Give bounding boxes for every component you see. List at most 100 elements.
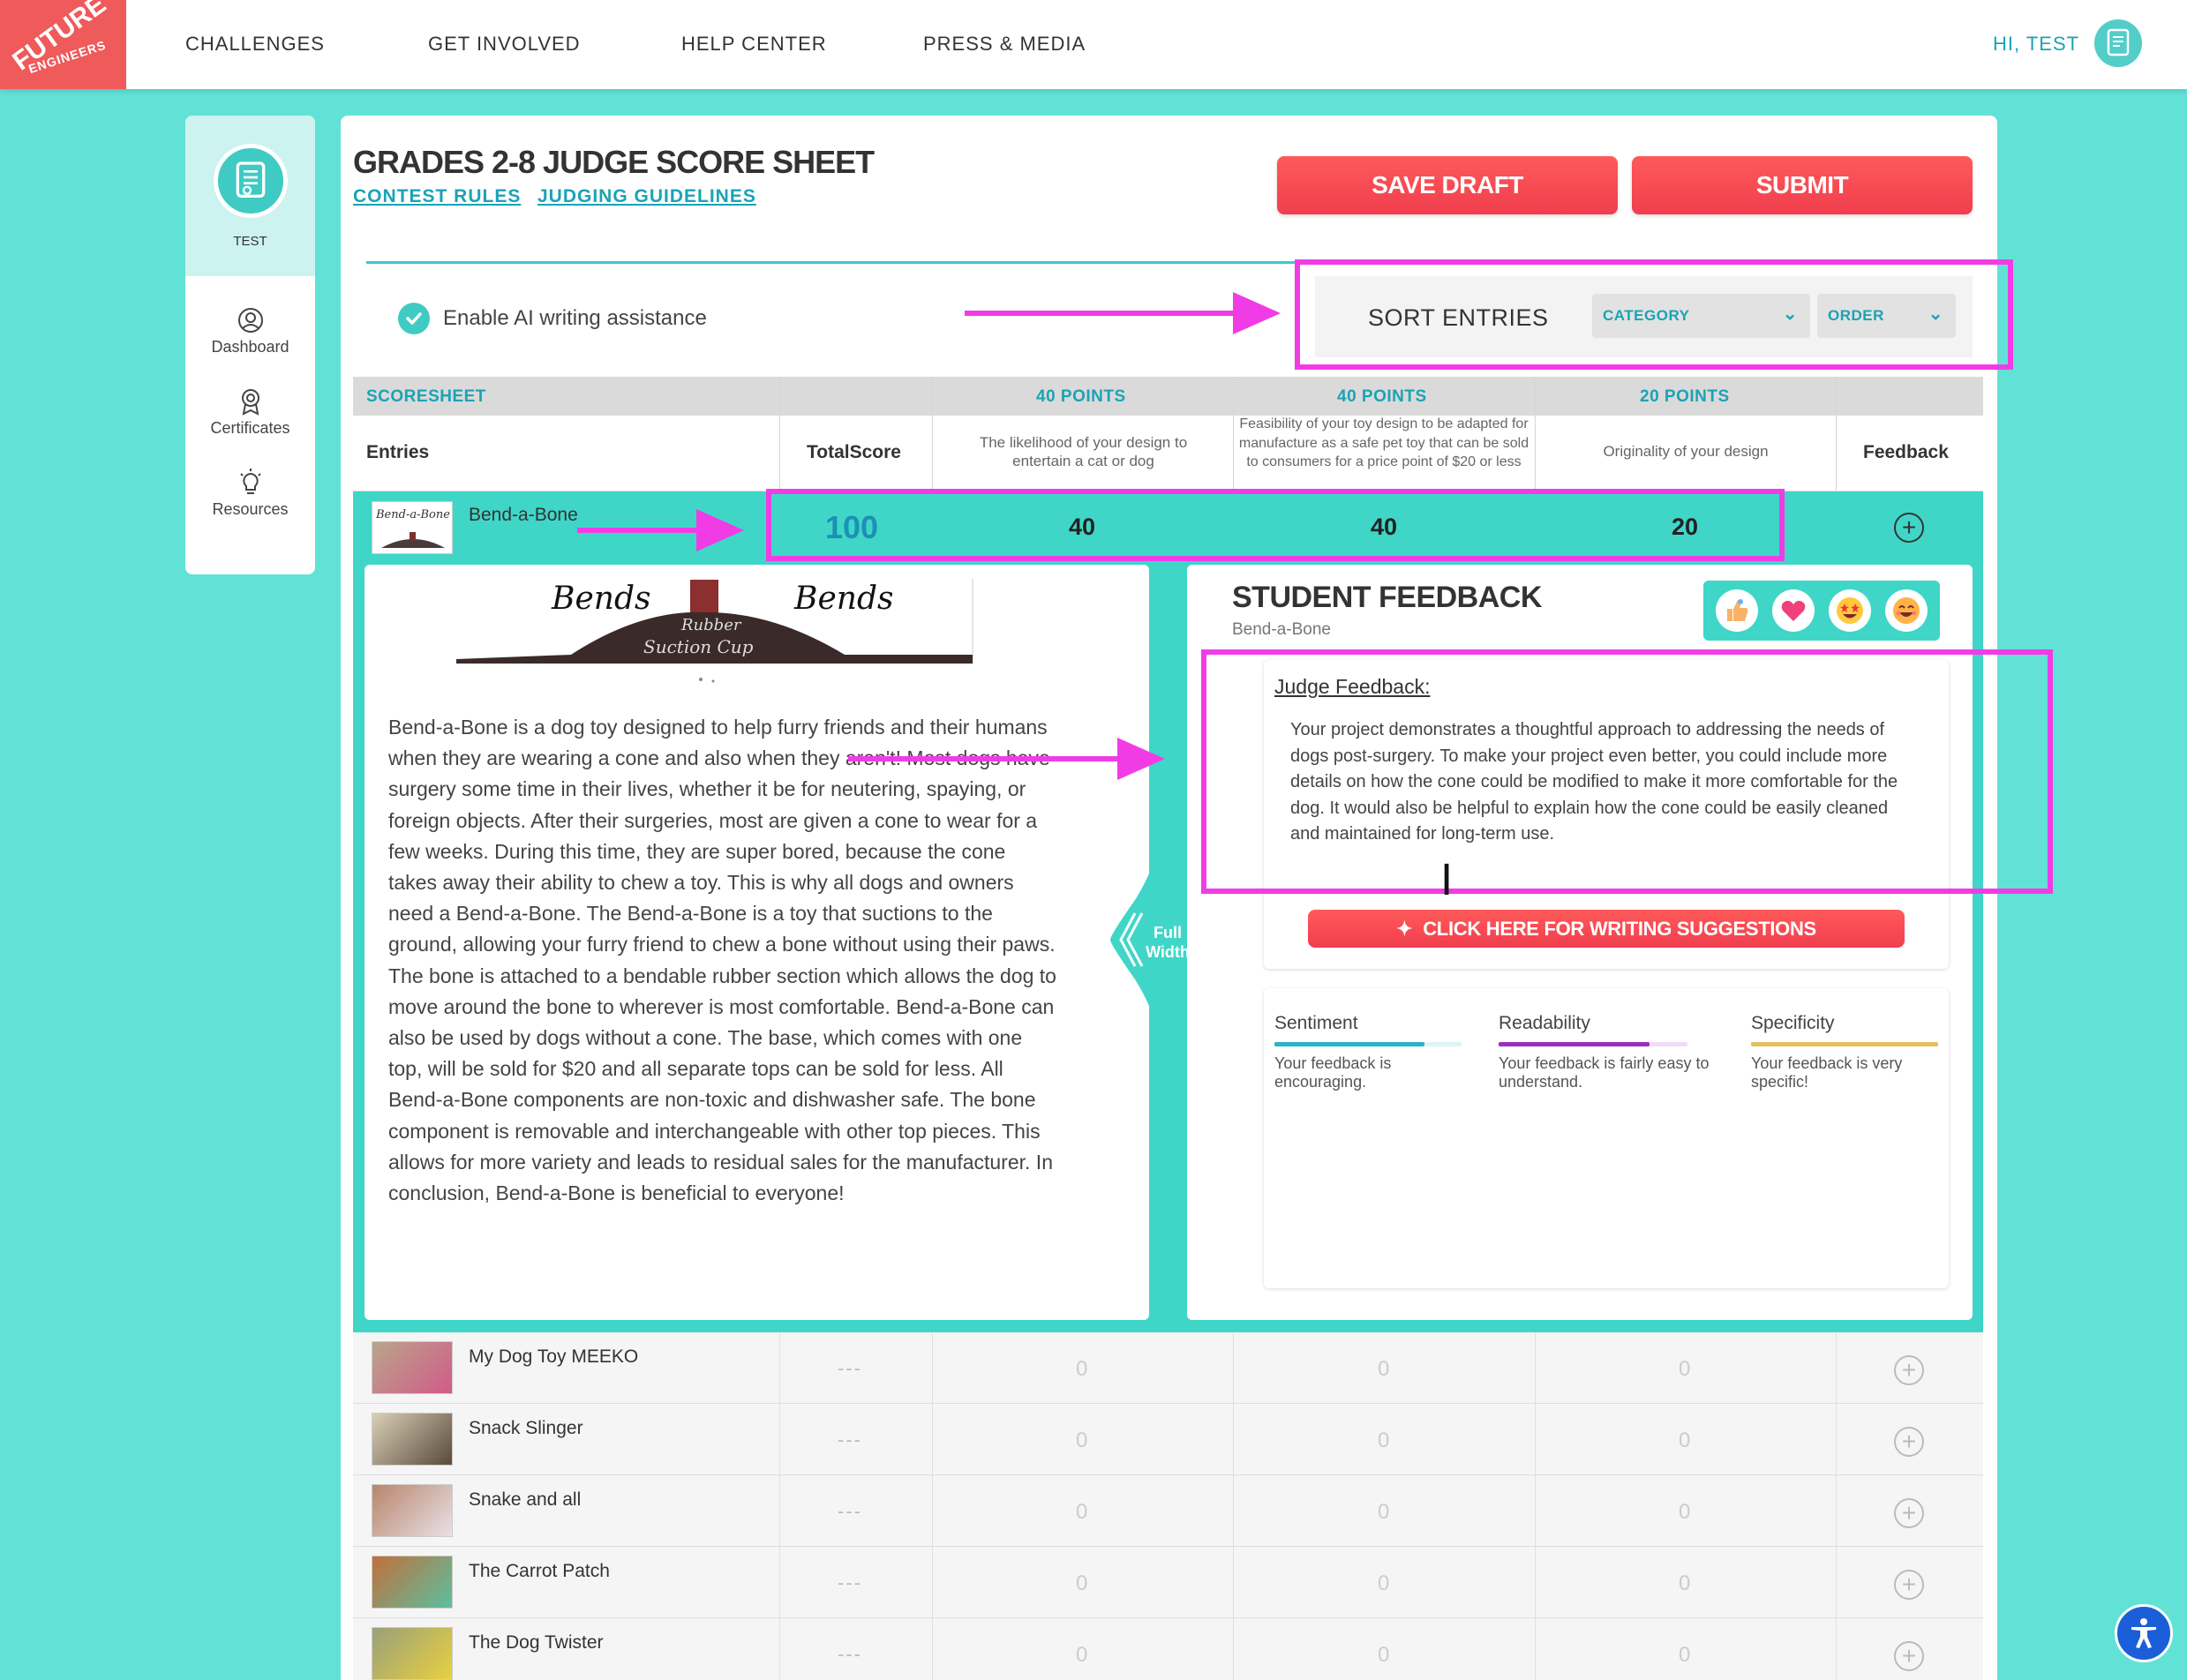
drawing-label-suction: Suction Cup	[643, 636, 754, 657]
submit-button[interactable]: SUBMIT	[1632, 156, 1973, 214]
nav-help-center[interactable]: HELP CENTER	[681, 33, 827, 56]
entry-drawing-image[interactable]: Bends Bends Rubber Suction Cup	[456, 575, 977, 688]
sentiment-bar	[1274, 1042, 1424, 1046]
nav-challenges[interactable]: CHALLENGES	[185, 33, 325, 56]
criteria-2-score[interactable]: 0	[1378, 1571, 1389, 1596]
table-row[interactable]	[353, 1404, 1983, 1475]
criteria-1-score[interactable]: 0	[1076, 1500, 1087, 1525]
nav-get-involved[interactable]: GET INVOLVED	[428, 33, 581, 56]
expand-feedback-icon[interactable]: +	[1894, 1570, 1924, 1600]
user-avatar[interactable]	[2094, 19, 2142, 67]
column-divider	[779, 1475, 780, 1547]
criteria-1-score[interactable]: 0	[1076, 1357, 1087, 1382]
criteria-2-score[interactable]: 0	[1378, 1357, 1389, 1382]
entry-name[interactable]: Bend-a-Bone	[469, 505, 578, 526]
criteria-2-score[interactable]: 0	[1378, 1643, 1389, 1668]
sidebar-item-dashboard[interactable]: Dashboard	[185, 306, 315, 356]
table-header-points: SCORESHEET 40 POINTS 40 POINTS 20 POINTS	[353, 377, 1983, 416]
expand-feedback-icon[interactable]: +	[1894, 1427, 1924, 1457]
criteria-3-score[interactable]: 0	[1679, 1429, 1690, 1453]
table-row[interactable]	[353, 1332, 1983, 1404]
entry-name[interactable]: Snack Slinger	[469, 1418, 583, 1439]
criteria-3-header: Originality of your design	[1603, 443, 1769, 460]
column-divider	[779, 1618, 780, 1680]
annotation-box-sort	[1295, 259, 2013, 370]
column-divider	[1535, 1618, 1536, 1680]
total-score-value: ---	[838, 1571, 862, 1594]
writing-suggestions-button[interactable]: ✦ CLICK HERE FOR WRITING SUGGESTIONS	[1308, 910, 1905, 948]
star-eyes-glyph	[1837, 597, 1863, 624]
criteria-3-score[interactable]: 0	[1679, 1643, 1690, 1668]
contest-rules-link[interactable]: CONTEST RULES	[353, 186, 521, 207]
entry-thumbnail[interactable]	[372, 1413, 453, 1466]
ai-assist-label: Enable AI writing assistance	[443, 306, 707, 330]
column-divider	[1836, 1332, 1837, 1404]
annotation-arrow-scores	[577, 528, 710, 533]
criteria-2-score[interactable]: 0	[1378, 1500, 1389, 1525]
specificity-bar	[1751, 1042, 1938, 1046]
expand-feedback-icon[interactable]: +	[1894, 1498, 1924, 1528]
annotation-arrow-feedback	[848, 756, 1131, 761]
entry-name[interactable]: My Dog Toy MEEKO	[469, 1346, 638, 1368]
column-divider	[1836, 1618, 1837, 1680]
column-divider	[1233, 1404, 1234, 1475]
annotation-arrowhead	[1117, 738, 1165, 780]
smile-glyph	[1893, 597, 1920, 624]
entry-thumbnail[interactable]	[372, 1341, 453, 1394]
expand-feedback-icon[interactable]: +	[1894, 513, 1924, 543]
feedback-title: STUDENT FEEDBACK	[1232, 581, 1542, 614]
thumbs-up-icon[interactable]	[1716, 589, 1758, 632]
check-icon	[406, 312, 422, 325]
star-eyes-icon[interactable]	[1829, 589, 1871, 632]
entry-thumbnail[interactable]	[372, 1627, 453, 1680]
criteria-1-header: The likelihood of your design to enterta…	[979, 434, 1188, 469]
column-divider	[779, 1404, 780, 1475]
entry-name[interactable]: The Dog Twister	[469, 1632, 604, 1654]
expand-feedback-icon[interactable]: +	[1894, 1641, 1924, 1671]
total-score-column-header[interactable]: TotalScore	[807, 442, 901, 463]
entry-thumbnail[interactable]	[372, 1484, 453, 1537]
column-divider	[1836, 1547, 1837, 1618]
accessibility-icon[interactable]	[2115, 1604, 2173, 1662]
criteria-1-score[interactable]: 0	[1076, 1643, 1087, 1668]
sidebar: TEST Dashboard Certificates Resources	[185, 116, 315, 574]
criteria-3-score[interactable]: 0	[1679, 1571, 1690, 1596]
entry-name[interactable]: The Carrot Patch	[469, 1561, 610, 1582]
lightbulb-icon	[239, 469, 261, 494]
future-engineers-logo[interactable]: FUTURE ENGINEERS	[0, 0, 126, 89]
expand-feedback-icon[interactable]: +	[1894, 1355, 1924, 1385]
column-divider	[1836, 1404, 1837, 1475]
criteria-2-score[interactable]: 0	[1378, 1429, 1389, 1453]
criteria-1-score[interactable]: 0	[1076, 1571, 1087, 1596]
criteria-1-score[interactable]: 0	[1076, 1429, 1087, 1453]
emoji-reactions	[1703, 581, 1940, 641]
column-divider	[1836, 377, 1837, 491]
user-greeting[interactable]: HI, TEST	[1993, 33, 2079, 56]
table-row[interactable]	[353, 1547, 1983, 1618]
criteria-3-score[interactable]: 0	[1679, 1357, 1690, 1382]
sidebar-item-resources[interactable]: Resources	[185, 469, 315, 519]
criteria-3-score[interactable]: 0	[1679, 1500, 1690, 1525]
entry-name[interactable]: Snake and all	[469, 1489, 581, 1511]
annotation-arrow-sort	[965, 311, 1247, 316]
heart-icon[interactable]	[1772, 589, 1815, 632]
sentiment-label: Sentiment	[1274, 1013, 1358, 1033]
table-row[interactable]	[353, 1475, 1983, 1547]
column-divider	[1535, 1404, 1536, 1475]
ai-assist-checkbox[interactable]	[398, 303, 430, 334]
drawing-label-right: Bends	[793, 581, 893, 617]
nav-press-media[interactable]: PRESS & MEDIA	[923, 33, 1086, 56]
top-nav: FUTURE ENGINEERS CHALLENGES GET INVOLVED …	[0, 0, 2187, 89]
entry-thumbnail[interactable]	[372, 1556, 453, 1609]
column-divider	[932, 377, 933, 491]
sidebar-item-certificates[interactable]: Certificates	[185, 387, 315, 438]
total-score-value: ---	[838, 1357, 862, 1379]
judging-guidelines-link[interactable]: JUDGING GUIDELINES	[537, 186, 756, 207]
save-draft-button[interactable]: SAVE DRAFT	[1277, 156, 1618, 214]
profile-avatar[interactable]	[214, 144, 288, 218]
text-cursor-icon: I	[1440, 856, 1454, 905]
entry-thumbnail[interactable]: Bend-a-Bone	[372, 501, 453, 554]
entry-description-text: Bend-a-Bone is a dog toy designed to hel…	[388, 716, 1056, 1205]
smile-icon[interactable]	[1885, 589, 1928, 632]
sentiment-text: Your feedback is encouraging.	[1274, 1054, 1392, 1091]
